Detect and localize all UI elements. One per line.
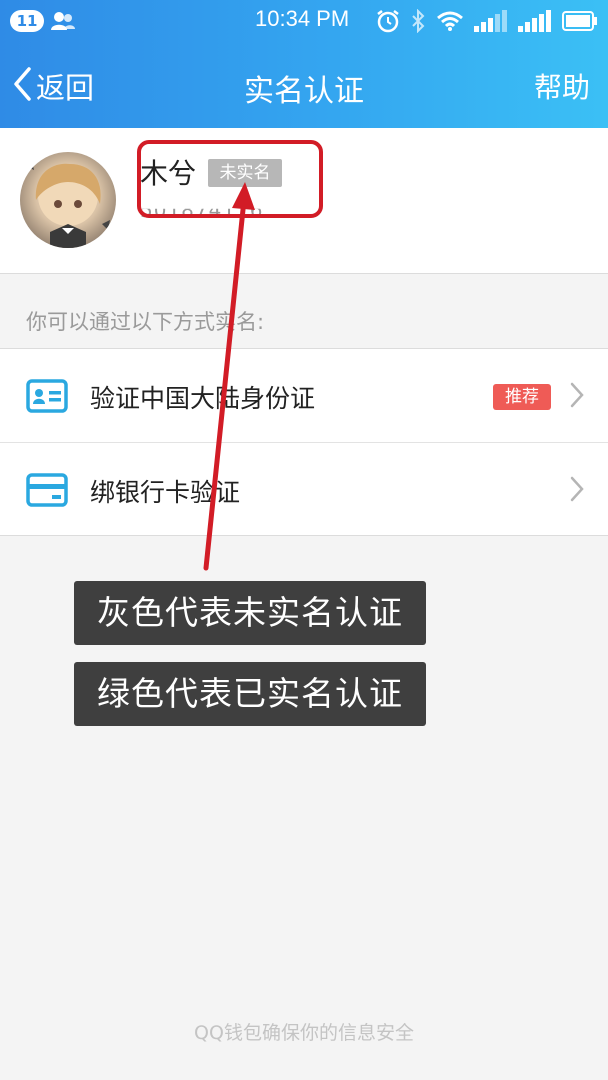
battery-icon xyxy=(562,11,598,35)
footer-security-note: QQ钱包确保你的信息安全 xyxy=(194,1022,414,1044)
annotation-green-note: 绿色代表已实名认证 xyxy=(74,662,426,726)
back-label: 返回 xyxy=(36,71,95,105)
notification-count-badge: 11 xyxy=(10,10,44,32)
annotation-gray-note: 灰色代表未实名认证 xyxy=(74,581,426,645)
option-bank-card[interactable]: 绑银行卡验证 xyxy=(0,442,608,535)
bank-card-icon xyxy=(26,473,68,511)
nav-bar: 返回 实名认证 帮助 xyxy=(0,44,608,128)
signal-icon-1 xyxy=(474,10,508,36)
highlight-box-annotation xyxy=(137,140,323,218)
option-id-card[interactable]: 验证中国大陆身份证 推荐 xyxy=(0,349,608,442)
recommend-badge: 推荐 xyxy=(493,384,551,410)
verify-options-list: 验证中国大陆身份证 推荐 绑银行卡验证 xyxy=(0,348,608,536)
alarm-icon xyxy=(376,9,400,37)
signal-icon-2 xyxy=(518,10,552,36)
bluetooth-icon xyxy=(410,8,426,37)
avatar[interactable] xyxy=(20,152,116,248)
back-button[interactable]: 返回 xyxy=(12,62,94,110)
chevron-left-icon xyxy=(12,66,32,106)
id-card-icon xyxy=(26,379,68,417)
contacts-icon xyxy=(50,10,76,36)
chevron-right-icon xyxy=(570,476,584,506)
option-label: 绑银行卡验证 xyxy=(90,478,241,507)
status-bar: 11 10:34 PM xyxy=(0,0,608,44)
help-button[interactable]: 帮助 xyxy=(534,66,590,106)
section-hint: 你可以通过以下方式实名: xyxy=(26,310,265,334)
chevron-right-icon xyxy=(570,382,584,412)
option-label: 验证中国大陆身份证 xyxy=(90,384,316,413)
status-time: 10:34 PM xyxy=(255,6,350,31)
wifi-icon xyxy=(436,10,464,36)
